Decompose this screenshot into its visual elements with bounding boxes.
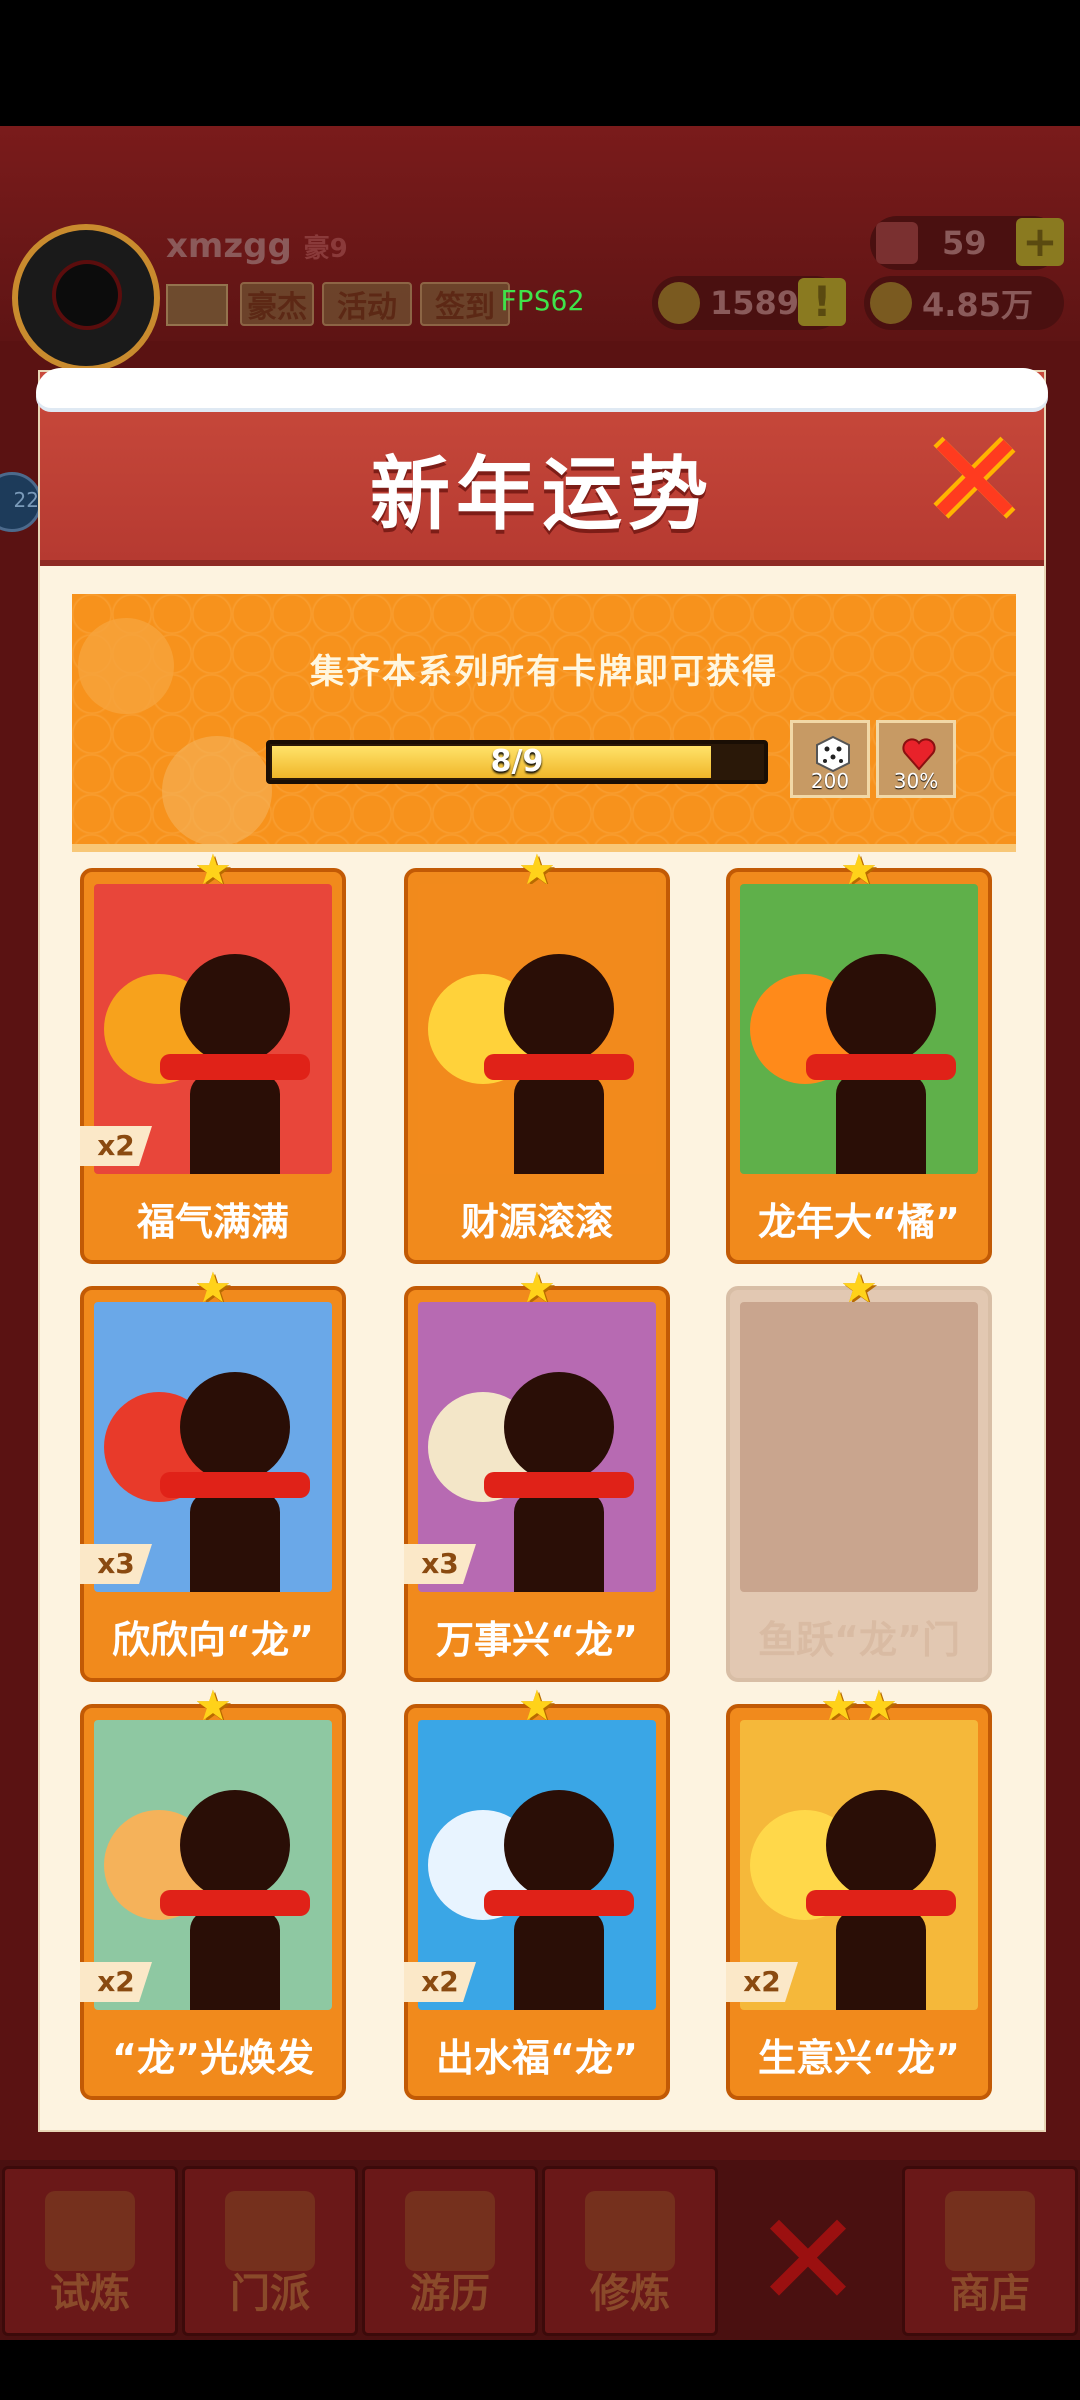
figure-body-icon [514, 1492, 604, 1592]
collection-progress-bar: 8/9 [266, 740, 768, 784]
cultivate-icon [585, 2191, 675, 2271]
status-bar [0, 0, 1080, 126]
figure-body-icon [190, 1074, 280, 1174]
close-button[interactable]: ✕ [920, 415, 1029, 545]
collection-banner: 集齐本系列所有卡牌即可获得 8/9 200 30% [72, 594, 1016, 852]
fortune-card[interactable]: ★ x2 出水福“龙” [404, 1685, 670, 2100]
figure-head-icon [180, 954, 290, 1064]
figure-scarf-icon [160, 1472, 310, 1498]
dice-icon [816, 735, 850, 773]
figure-body-icon [514, 1910, 604, 2010]
fortune-card[interactable]: ★ 龙年大“橘” [726, 849, 992, 1264]
mail-icon[interactable] [166, 284, 228, 326]
nav-label: 商店 [950, 2271, 1030, 2317]
modal-title: 新年运势 [370, 448, 714, 541]
figure-head-icon [180, 1790, 290, 1900]
modal-header: 新年运势 ✕ [36, 368, 1048, 566]
figure-body-icon [836, 1074, 926, 1174]
card-label: 鱼跃“龙”门 [758, 1618, 960, 1662]
figure-scarf-icon [484, 1054, 634, 1080]
card-label: 生意兴“龙” [758, 2036, 960, 2080]
figure-body-icon [514, 1074, 604, 1174]
sect-icon [225, 2191, 315, 2271]
fortune-card[interactable]: ★★ x2 生意兴“龙” [726, 1685, 992, 2100]
card-label: 龙年大“橘” [758, 1200, 960, 1244]
card-label: 欣欣向“龙” [112, 1618, 314, 1662]
figure-head-icon [180, 1372, 290, 1482]
coin-icon-a [658, 282, 700, 324]
tag-event[interactable]: 活动 [322, 282, 412, 326]
card-art [740, 884, 978, 1174]
coin-counter-b: 4.85万 [864, 276, 1064, 330]
figure-head-icon [504, 1372, 614, 1482]
reward-heart[interactable]: 30% [876, 720, 956, 798]
reward-value: 30% [893, 769, 939, 793]
card-label: 万事兴“龙” [436, 1618, 638, 1662]
figure-body-icon [190, 1910, 280, 2010]
trial-icon [45, 2191, 135, 2271]
figure-scarf-icon [484, 1890, 634, 1916]
figure-head-icon [826, 1790, 936, 1900]
coin-icon-b [870, 282, 912, 324]
rank-badge: 豪9 [303, 234, 348, 264]
card-label: 财源滚滚 [460, 1200, 613, 1244]
collection-hint: 集齐本系列所有卡牌即可获得 [310, 652, 778, 692]
figure-scarf-icon [806, 1890, 956, 1916]
fortune-card[interactable]: ★ 财源滚滚 [404, 849, 670, 1264]
card-art [740, 1302, 978, 1592]
figure-head-icon [826, 954, 936, 1064]
fortune-card[interactable]: ★ 鱼跃“龙”门 [726, 1267, 992, 1682]
travel-icon [405, 2191, 495, 2271]
card-label: “龙”光焕发 [112, 2036, 314, 2080]
heart-icon [902, 738, 936, 771]
player-avatar[interactable] [12, 224, 160, 372]
figure-scarf-icon [484, 1472, 634, 1498]
nav-close-icon[interactable]: ✕ [748, 2195, 868, 2325]
shop-icon [945, 2191, 1035, 2271]
nav-travel[interactable]: 游历 [362, 2166, 538, 2336]
tag-checkin[interactable]: 签到 [420, 282, 510, 326]
fps-counter: FPS62 [500, 284, 585, 317]
nav-label: 修炼 [590, 2271, 670, 2317]
figure-scarf-icon [806, 1054, 956, 1080]
nav-label: 游历 [410, 2271, 490, 2317]
coin-counter-a: 1589 ! [652, 276, 846, 330]
new-year-fortune-modal: 新年运势 ✕ 集齐本系列所有卡牌即可获得 8/9 200 30% ★ x2 福气满满… [36, 368, 1048, 2132]
figure-head-icon [504, 954, 614, 1064]
system-nav-bar [0, 2340, 1080, 2400]
reward-value: 200 [810, 769, 850, 793]
figure-body-icon [190, 1492, 280, 1592]
tag-hero[interactable]: 豪杰 [240, 282, 314, 326]
player-name: xmzgg 豪9 [166, 226, 348, 266]
fortune-card[interactable]: ★ x2 “龙”光焕发 [80, 1685, 346, 2100]
reward-dice[interactable]: 200 [790, 720, 870, 798]
nav-label: 门派 [230, 2271, 310, 2317]
figure-body-icon [836, 1910, 926, 2010]
gem-icon [876, 222, 918, 264]
card-label: 福气满满 [136, 1200, 289, 1244]
progress-text: 8/9 [490, 744, 544, 779]
fortune-card[interactable]: ★ x3 欣欣向“龙” [80, 1267, 346, 1682]
fortune-card[interactable]: ★ x2 福气满满 [80, 849, 346, 1264]
banner-fan-icon [162, 736, 272, 844]
nav-label: 试炼 [50, 2271, 130, 2317]
nav-cultivate[interactable]: 修炼 [542, 2166, 718, 2336]
gem-counter: 59 + [870, 216, 1064, 270]
card-art [418, 884, 656, 1174]
nav-shop[interactable]: 商店 [902, 2166, 1078, 2336]
nav-trial[interactable]: 试炼 [2, 2166, 178, 2336]
snow-decoration [36, 368, 1048, 408]
figure-head-icon [504, 1790, 614, 1900]
alert-icon[interactable]: ! [798, 278, 846, 326]
card-label: 出水福“龙” [436, 2036, 638, 2080]
fortune-card[interactable]: ★ x3 万事兴“龙” [404, 1267, 670, 1682]
avatar-figure-icon [56, 264, 118, 326]
figure-scarf-icon [160, 1054, 310, 1080]
add-gems-button[interactable]: + [1016, 218, 1064, 266]
nav-sect[interactable]: 门派 [182, 2166, 358, 2336]
figure-scarf-icon [160, 1890, 310, 1916]
